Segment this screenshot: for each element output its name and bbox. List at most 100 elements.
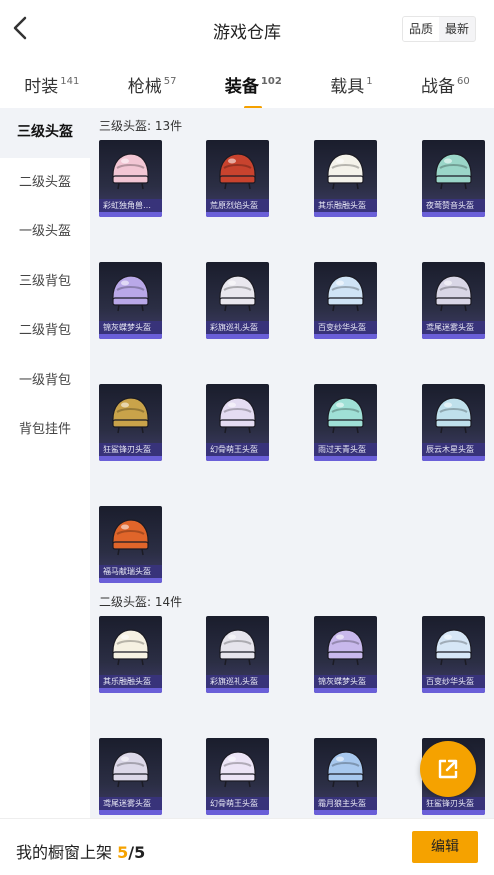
rarity-bar: [206, 334, 269, 339]
item-card[interactable]: 彩旗巡礼头盔: [206, 616, 269, 693]
item-name: 幻骨萌王头盔: [206, 443, 269, 456]
item-image: [107, 746, 154, 792]
item-grid-panel[interactable]: 三级头盔: 13件 彩虹独角兽头盔 荒原烈焰头盔其乐融融头盔 夜莺赞音头盔锦灰蝶梦头…: [90, 108, 494, 818]
sidebar: 三级头盔 二级头盔 一级头盔 三级背包 二级背包 一级背包 背包挂件: [0, 108, 90, 818]
sidebar-item-level1-backpack[interactable]: 一级背包: [0, 356, 90, 406]
item-image: [214, 148, 261, 194]
helmet-icon: [112, 519, 149, 556]
item-card[interactable]: 幻骨萌王头盔: [206, 384, 269, 461]
item-name: 百变纱华头盔: [422, 675, 485, 688]
item-image: [322, 270, 369, 316]
item-card[interactable]: 狂鲨锋刃头盔: [99, 384, 162, 461]
rarity-bar: [206, 810, 269, 815]
item-card[interactable]: 夜莺赞音头盔: [422, 140, 485, 217]
item-name: 锦灰蝶梦头盔: [314, 675, 377, 688]
item-image: [107, 392, 154, 438]
item-name: 雨过天青头盔: [314, 443, 377, 456]
helmet-icon: [112, 751, 149, 788]
item-card[interactable]: 其乐融融头盔: [99, 616, 162, 693]
tab-supplies[interactable]: 战备 60: [421, 58, 470, 97]
item-name: 鸢尾迷雾头盔: [422, 321, 485, 334]
sort-quality-button[interactable]: 品质: [402, 17, 439, 41]
item-card[interactable]: 百变纱华头盔: [314, 262, 377, 339]
item-card[interactable]: 雨过天青头盔: [314, 384, 377, 461]
share-button[interactable]: [420, 741, 476, 797]
sidebar-item-level2-helmet[interactable]: 二级头盔: [0, 158, 90, 208]
item-card[interactable]: 福马献瑞头盔: [99, 506, 162, 583]
tab-count: 57: [163, 76, 177, 87]
item-image: [107, 624, 154, 670]
item-card[interactable]: 锦灰蝶梦头盔: [314, 616, 377, 693]
helmet-icon: [219, 397, 256, 434]
item-card[interactable]: 其乐融融头盔: [314, 140, 377, 217]
rarity-bar: [422, 334, 485, 339]
item-name: 锦灰蝶梦头盔: [99, 321, 162, 334]
helmet-icon: [219, 629, 256, 666]
tab-label: 战备: [421, 77, 456, 97]
sidebar-item-level1-helmet[interactable]: 一级头盔: [0, 207, 90, 257]
item-image: [322, 624, 369, 670]
item-card[interactable]: 鸢尾迷雾头盔: [99, 738, 162, 815]
item-image: [107, 270, 154, 316]
rarity-bar: [99, 810, 162, 815]
item-image: [214, 746, 261, 792]
item-name: 彩虹独角兽头盔: [99, 199, 162, 212]
item-image: [107, 514, 154, 560]
edit-button[interactable]: 编辑: [412, 831, 478, 863]
rarity-bar: [206, 456, 269, 461]
rarity-bar: [422, 688, 485, 693]
item-name: 狂鲨锋刃头盔: [99, 443, 162, 456]
item-name: 夜莺赞音头盔: [422, 199, 485, 212]
rarity-bar: [314, 334, 377, 339]
helmet-icon: [327, 153, 364, 190]
rarity-bar: [99, 212, 162, 217]
item-name: 彩旗巡礼头盔: [206, 321, 269, 334]
rarity-bar: [99, 334, 162, 339]
item-card[interactable]: 彩虹独角兽头盔: [99, 140, 162, 217]
helmet-icon: [112, 629, 149, 666]
item-card[interactable]: 鸢尾迷雾头盔: [422, 262, 485, 339]
helmet-icon: [327, 397, 364, 434]
item-name: 其乐融融头盔: [99, 675, 162, 688]
sidebar-item-level3-helmet[interactable]: 三级头盔: [0, 108, 90, 158]
helmet-icon: [435, 397, 472, 434]
tab-vehicles[interactable]: 载具 1: [330, 58, 372, 97]
tab-label: 枪械: [127, 77, 162, 97]
item-card[interactable]: 百变纱华头盔: [422, 616, 485, 693]
item-name: 幻骨萌王头盔: [206, 797, 269, 810]
item-card[interactable]: 荒原烈焰头盔: [206, 140, 269, 217]
rarity-bar: [206, 212, 269, 217]
item-image: [322, 392, 369, 438]
sidebar-item-level2-backpack[interactable]: 二级背包: [0, 306, 90, 356]
helmet-icon: [112, 397, 149, 434]
item-image: [322, 148, 369, 194]
item-image: [430, 270, 477, 316]
tab-guns[interactable]: 枪械 57: [128, 58, 177, 97]
item-card[interactable]: 霜月狼主头盔: [314, 738, 377, 815]
item-card[interactable]: 锦灰蝶梦头盔: [99, 262, 162, 339]
helmet-icon: [327, 751, 364, 788]
sort-latest-button[interactable]: 最新: [439, 17, 475, 41]
tab-equipment[interactable]: 装备 102: [225, 58, 282, 109]
showcase-status: 我的橱窗上架 5/5: [16, 839, 145, 863]
item-image: [430, 148, 477, 194]
helmet-icon: [219, 153, 256, 190]
item-image: [214, 270, 261, 316]
helmet-icon: [219, 275, 256, 312]
rarity-bar: [314, 212, 377, 217]
sidebar-item-backpack-pendant[interactable]: 背包挂件: [0, 405, 90, 455]
rarity-bar: [314, 456, 377, 461]
item-card[interactable]: 彩旗巡礼头盔: [206, 262, 269, 339]
rarity-bar: [99, 688, 162, 693]
item-card[interactable]: 辰云木星头盔: [422, 384, 485, 461]
item-name: 辰云木星头盔: [422, 443, 485, 456]
section-title: 二级头盔: 14件: [99, 595, 183, 609]
section-title: 三级头盔: 13件: [99, 119, 183, 133]
item-name: 彩旗巡礼头盔: [206, 675, 269, 688]
tab-fashion[interactable]: 时装 141: [24, 58, 79, 97]
category-tabs: 时装 141 枪械 57 装备 102 载具 1 战备 60: [0, 58, 494, 109]
item-name: 其乐融融头盔: [314, 199, 377, 212]
item-name: 百变纱华头盔: [314, 321, 377, 334]
sidebar-item-level3-backpack[interactable]: 三级背包: [0, 257, 90, 307]
item-card[interactable]: 幻骨萌王头盔: [206, 738, 269, 815]
